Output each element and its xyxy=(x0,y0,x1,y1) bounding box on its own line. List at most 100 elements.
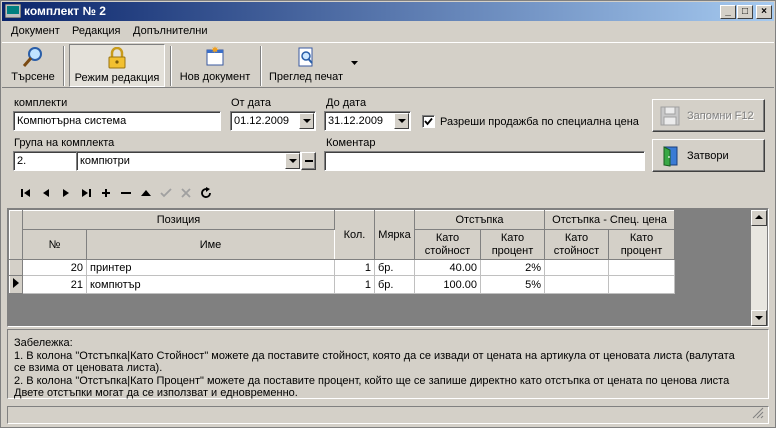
cell-special-percent[interactable] xyxy=(608,259,675,276)
close-button[interactable]: Затвори xyxy=(652,139,765,172)
cell-unit[interactable]: бр. xyxy=(374,259,415,276)
group-dropdown-button[interactable] xyxy=(285,153,300,169)
cell-discount-value[interactable]: 40.00 xyxy=(414,259,481,276)
cell-name[interactable]: принтер xyxy=(86,259,335,276)
window-title: комплект № 2 xyxy=(24,4,106,18)
comment-label: Коментар xyxy=(326,137,376,149)
title-bar[interactable]: комплект № 2 _ □ × xyxy=(2,2,774,21)
header-as-value-special[interactable]: Като стойност xyxy=(544,229,609,260)
from-date-dropdown-button[interactable] xyxy=(299,113,314,129)
status-bar xyxy=(7,406,769,424)
search-button[interactable]: Търсене xyxy=(7,44,59,87)
first-record-icon[interactable] xyxy=(19,186,33,200)
print-preview-dropdown-arrow-icon[interactable] xyxy=(351,61,358,66)
menu-document[interactable]: Документ xyxy=(11,25,60,37)
header-number[interactable]: № xyxy=(22,229,87,260)
to-date-label: До дата xyxy=(326,97,367,109)
scroll-up-button[interactable] xyxy=(751,210,767,226)
cancel-record-icon[interactable] xyxy=(179,186,193,200)
row-indicator-header xyxy=(9,210,23,260)
cell-discount-percent[interactable]: 5% xyxy=(480,275,545,294)
from-date-label: От дата xyxy=(231,97,271,109)
post-record-icon[interactable] xyxy=(159,186,173,200)
table-row[interactable]: 21 компютър 1 бр. 100.00 5% xyxy=(9,275,675,294)
header-discount-special[interactable]: Отстъпка - Спец. цена xyxy=(544,210,675,230)
header-position[interactable]: Позиция xyxy=(22,210,335,230)
floppy-disk-icon xyxy=(660,106,680,126)
cell-special-value[interactable] xyxy=(544,275,609,294)
cell-qty[interactable]: 1 xyxy=(334,259,375,276)
checkmark-icon xyxy=(424,117,433,126)
to-date-dropdown-button[interactable] xyxy=(394,113,409,129)
cell-number[interactable]: 20 xyxy=(22,259,87,276)
grid-vertical-scrollbar[interactable] xyxy=(751,210,767,326)
edit-record-icon[interactable] xyxy=(139,186,153,200)
main-window: комплект № 2 _ □ × Документ Редакция Доп… xyxy=(0,0,776,428)
app-icon xyxy=(5,4,21,18)
new-document-button[interactable]: Нов документ xyxy=(174,44,256,87)
toolbar: Търсене Режим редакция Нов документ Прег… xyxy=(2,42,774,88)
magnifier-icon xyxy=(22,47,42,67)
row-indicator xyxy=(9,259,23,276)
cell-unit[interactable]: бр. xyxy=(374,275,415,294)
header-name[interactable]: Име xyxy=(86,229,335,260)
toolbar-separator xyxy=(63,46,65,86)
resize-grip-icon[interactable] xyxy=(752,407,764,419)
header-discount[interactable]: Отстъпка xyxy=(414,210,545,230)
special-price-checkbox[interactable] xyxy=(422,115,435,128)
next-record-icon[interactable] xyxy=(59,186,73,200)
save-button[interactable]: Запомни F12 xyxy=(652,99,765,132)
arrow-up-icon xyxy=(755,215,763,219)
scroll-down-button[interactable] xyxy=(751,310,767,326)
header-qty[interactable]: Кол. xyxy=(334,210,375,260)
current-row-arrow-icon xyxy=(13,278,19,288)
note-title: Забележка: xyxy=(14,337,73,349)
note-line-4: Двете отстъпки могат да се използват и е… xyxy=(14,387,298,399)
header-as-percent[interactable]: Като процент xyxy=(480,229,545,260)
print-preview-icon xyxy=(298,47,313,67)
edit-mode-button[interactable]: Режим редакция xyxy=(69,44,165,87)
last-record-icon[interactable] xyxy=(79,186,93,200)
note-line-1: 1. В колона "Отстъпка|Като Стойност" мож… xyxy=(14,349,735,362)
minus-icon xyxy=(305,160,313,162)
header-as-percent-special[interactable]: Като процент xyxy=(608,229,675,260)
cell-name[interactable]: компютър xyxy=(86,275,335,294)
note-line-3: 2. В колона "Отстъпка|Като Процент" може… xyxy=(14,374,730,387)
grid-navigator xyxy=(7,182,769,204)
new-document-icon xyxy=(206,46,224,66)
note-panel: Забележка: 1. В колона "Отстъпка|Като Ст… xyxy=(7,329,769,399)
menu-edit[interactable]: Редакция xyxy=(72,25,120,37)
close-window-button[interactable]: × xyxy=(756,5,772,19)
special-price-label: Разреши продажба по специална цена xyxy=(440,116,639,128)
cell-special-value[interactable] xyxy=(544,259,609,276)
toolbar-separator xyxy=(260,46,262,86)
cell-discount-percent[interactable]: 2% xyxy=(480,259,545,276)
header-as-value[interactable]: Като стойност xyxy=(414,229,481,260)
prior-record-icon[interactable] xyxy=(39,186,53,200)
table-row[interactable]: 20 принтер 1 бр. 40.00 2% xyxy=(9,259,675,276)
menu-bar: Документ Редакция Допълнителни xyxy=(2,22,774,41)
group-clear-button[interactable] xyxy=(301,152,316,170)
komplekti-input[interactable]: Компютърна система xyxy=(13,111,221,131)
header-unit[interactable]: Мярка xyxy=(374,210,415,260)
door-exit-icon xyxy=(663,146,678,167)
current-row-indicator xyxy=(9,275,23,294)
delete-record-icon[interactable] xyxy=(119,186,133,200)
insert-record-icon[interactable] xyxy=(99,186,113,200)
cell-special-percent[interactable] xyxy=(608,275,675,294)
refresh-records-icon[interactable] xyxy=(199,186,213,200)
cell-number[interactable]: 21 xyxy=(22,275,87,294)
cell-discount-value[interactable]: 100.00 xyxy=(414,275,481,294)
note-line-2: се взима от ценовата листа). xyxy=(14,362,163,374)
print-preview-button[interactable]: Преглед печат xyxy=(264,44,348,87)
maximize-button[interactable]: □ xyxy=(737,5,753,19)
group-code-input[interactable]: 2. xyxy=(13,151,77,171)
group-name-input[interactable]: компютри xyxy=(76,151,301,171)
minimize-button[interactable]: _ xyxy=(720,5,736,19)
menu-additional[interactable]: Допълнителни xyxy=(133,25,207,37)
komplekti-label: комплекти xyxy=(14,97,68,109)
cell-qty[interactable]: 1 xyxy=(334,275,375,294)
group-label: Група на комплекта xyxy=(14,137,115,149)
positions-grid[interactable]: Позиция Кол. Мярка Отстъпка Отстъпка - С… xyxy=(7,208,769,327)
comment-input[interactable] xyxy=(324,151,645,171)
